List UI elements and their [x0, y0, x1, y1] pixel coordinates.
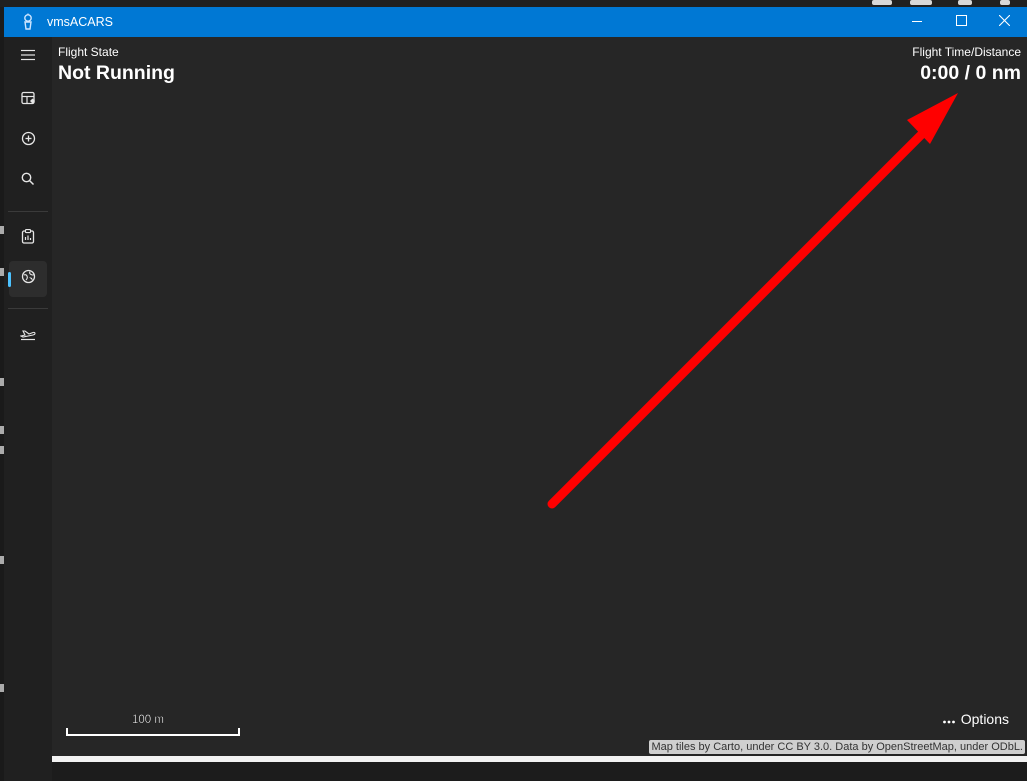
- status-strip: [52, 762, 1027, 781]
- add-circle-icon: [21, 131, 36, 151]
- map-scale-bar: [66, 728, 240, 736]
- navigation-sidebar: [4, 37, 52, 781]
- options-label: Options: [960, 711, 1009, 727]
- active-indicator: [8, 272, 11, 287]
- maximize-button[interactable]: [939, 7, 984, 37]
- map-globe-icon: [21, 269, 36, 289]
- minimize-icon: [911, 13, 922, 31]
- tray-icon: [872, 0, 892, 5]
- sidebar-divider: [8, 211, 48, 212]
- sidebar-item-live-flight[interactable]: [8, 261, 47, 297]
- live-flight-map[interactable]: Flight State Not Running Flight Time/Dis…: [52, 37, 1027, 756]
- search-icon: [21, 172, 35, 191]
- sidebar-item-new-flight[interactable]: [9, 123, 47, 159]
- maximize-icon: [956, 13, 967, 31]
- sidebar-divider: [8, 308, 48, 309]
- plane-takeoff-icon: [19, 327, 36, 346]
- hamburger-icon: [21, 48, 35, 66]
- bids-icon: [20, 91, 36, 111]
- sidebar-item-reports[interactable]: [9, 221, 47, 257]
- close-button[interactable]: [982, 7, 1027, 37]
- tray-icon: [910, 0, 932, 5]
- map-scale-label: 100 m: [132, 714, 164, 726]
- close-icon: [998, 13, 1011, 31]
- annotation-arrow-shaft: [547, 129, 927, 509]
- map-attribution[interactable]: Map tiles by Carto, under CC BY 3.0. Dat…: [649, 740, 1025, 754]
- title-bar[interactable]: vmsACARS: [4, 7, 1027, 37]
- app-logo-icon: [20, 13, 36, 31]
- sidebar-item-bids[interactable]: [9, 83, 47, 119]
- menu-toggle-button[interactable]: [9, 39, 47, 75]
- sidebar-item-aircraft[interactable]: [9, 318, 47, 354]
- tray-icon: [958, 0, 972, 5]
- app-title: vmsACARS: [47, 15, 113, 29]
- ellipsis-icon: [942, 711, 955, 727]
- map-options-button[interactable]: Options: [942, 711, 1009, 727]
- tray-icon: [1000, 0, 1010, 5]
- annotation-arrow: [547, 93, 958, 509]
- sidebar-item-search[interactable]: [9, 163, 47, 199]
- minimize-button[interactable]: [894, 7, 939, 37]
- clipboard-icon: [21, 229, 35, 249]
